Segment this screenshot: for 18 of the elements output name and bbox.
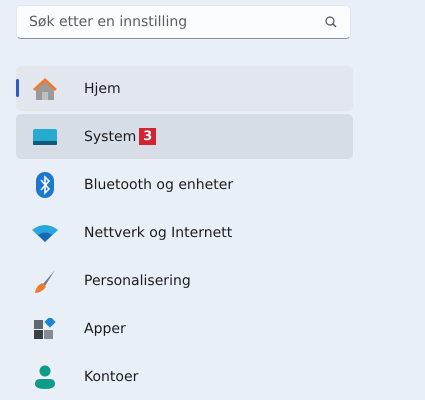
monitor-icon: [33, 128, 57, 146]
sidebar-item[interactable]: Apper: [16, 306, 353, 351]
sidebar-item[interactable]: Kontoer: [16, 354, 353, 399]
number-badge: 3: [139, 128, 156, 145]
search-field[interactable]: Søk etter en innstilling: [16, 5, 351, 39]
sidebar-item[interactable]: Hjem: [16, 66, 353, 111]
selection-indicator: [16, 79, 19, 97]
search-icon: [325, 16, 337, 28]
sidebar-item[interactable]: System 3: [16, 114, 353, 159]
sidebar-item[interactable]: Nettverk og Internett: [16, 210, 353, 255]
person-icon: [35, 364, 55, 388]
paintbrush-icon: [33, 268, 57, 292]
house-icon: [32, 76, 58, 100]
apps-icon: [34, 318, 56, 340]
sidebar-item[interactable]: Bluetooth og enheter: [16, 162, 353, 207]
sidebar-item[interactable]: Personalisering: [16, 258, 353, 303]
wifi-icon: [32, 224, 58, 242]
bluetooth-icon: [36, 172, 54, 198]
